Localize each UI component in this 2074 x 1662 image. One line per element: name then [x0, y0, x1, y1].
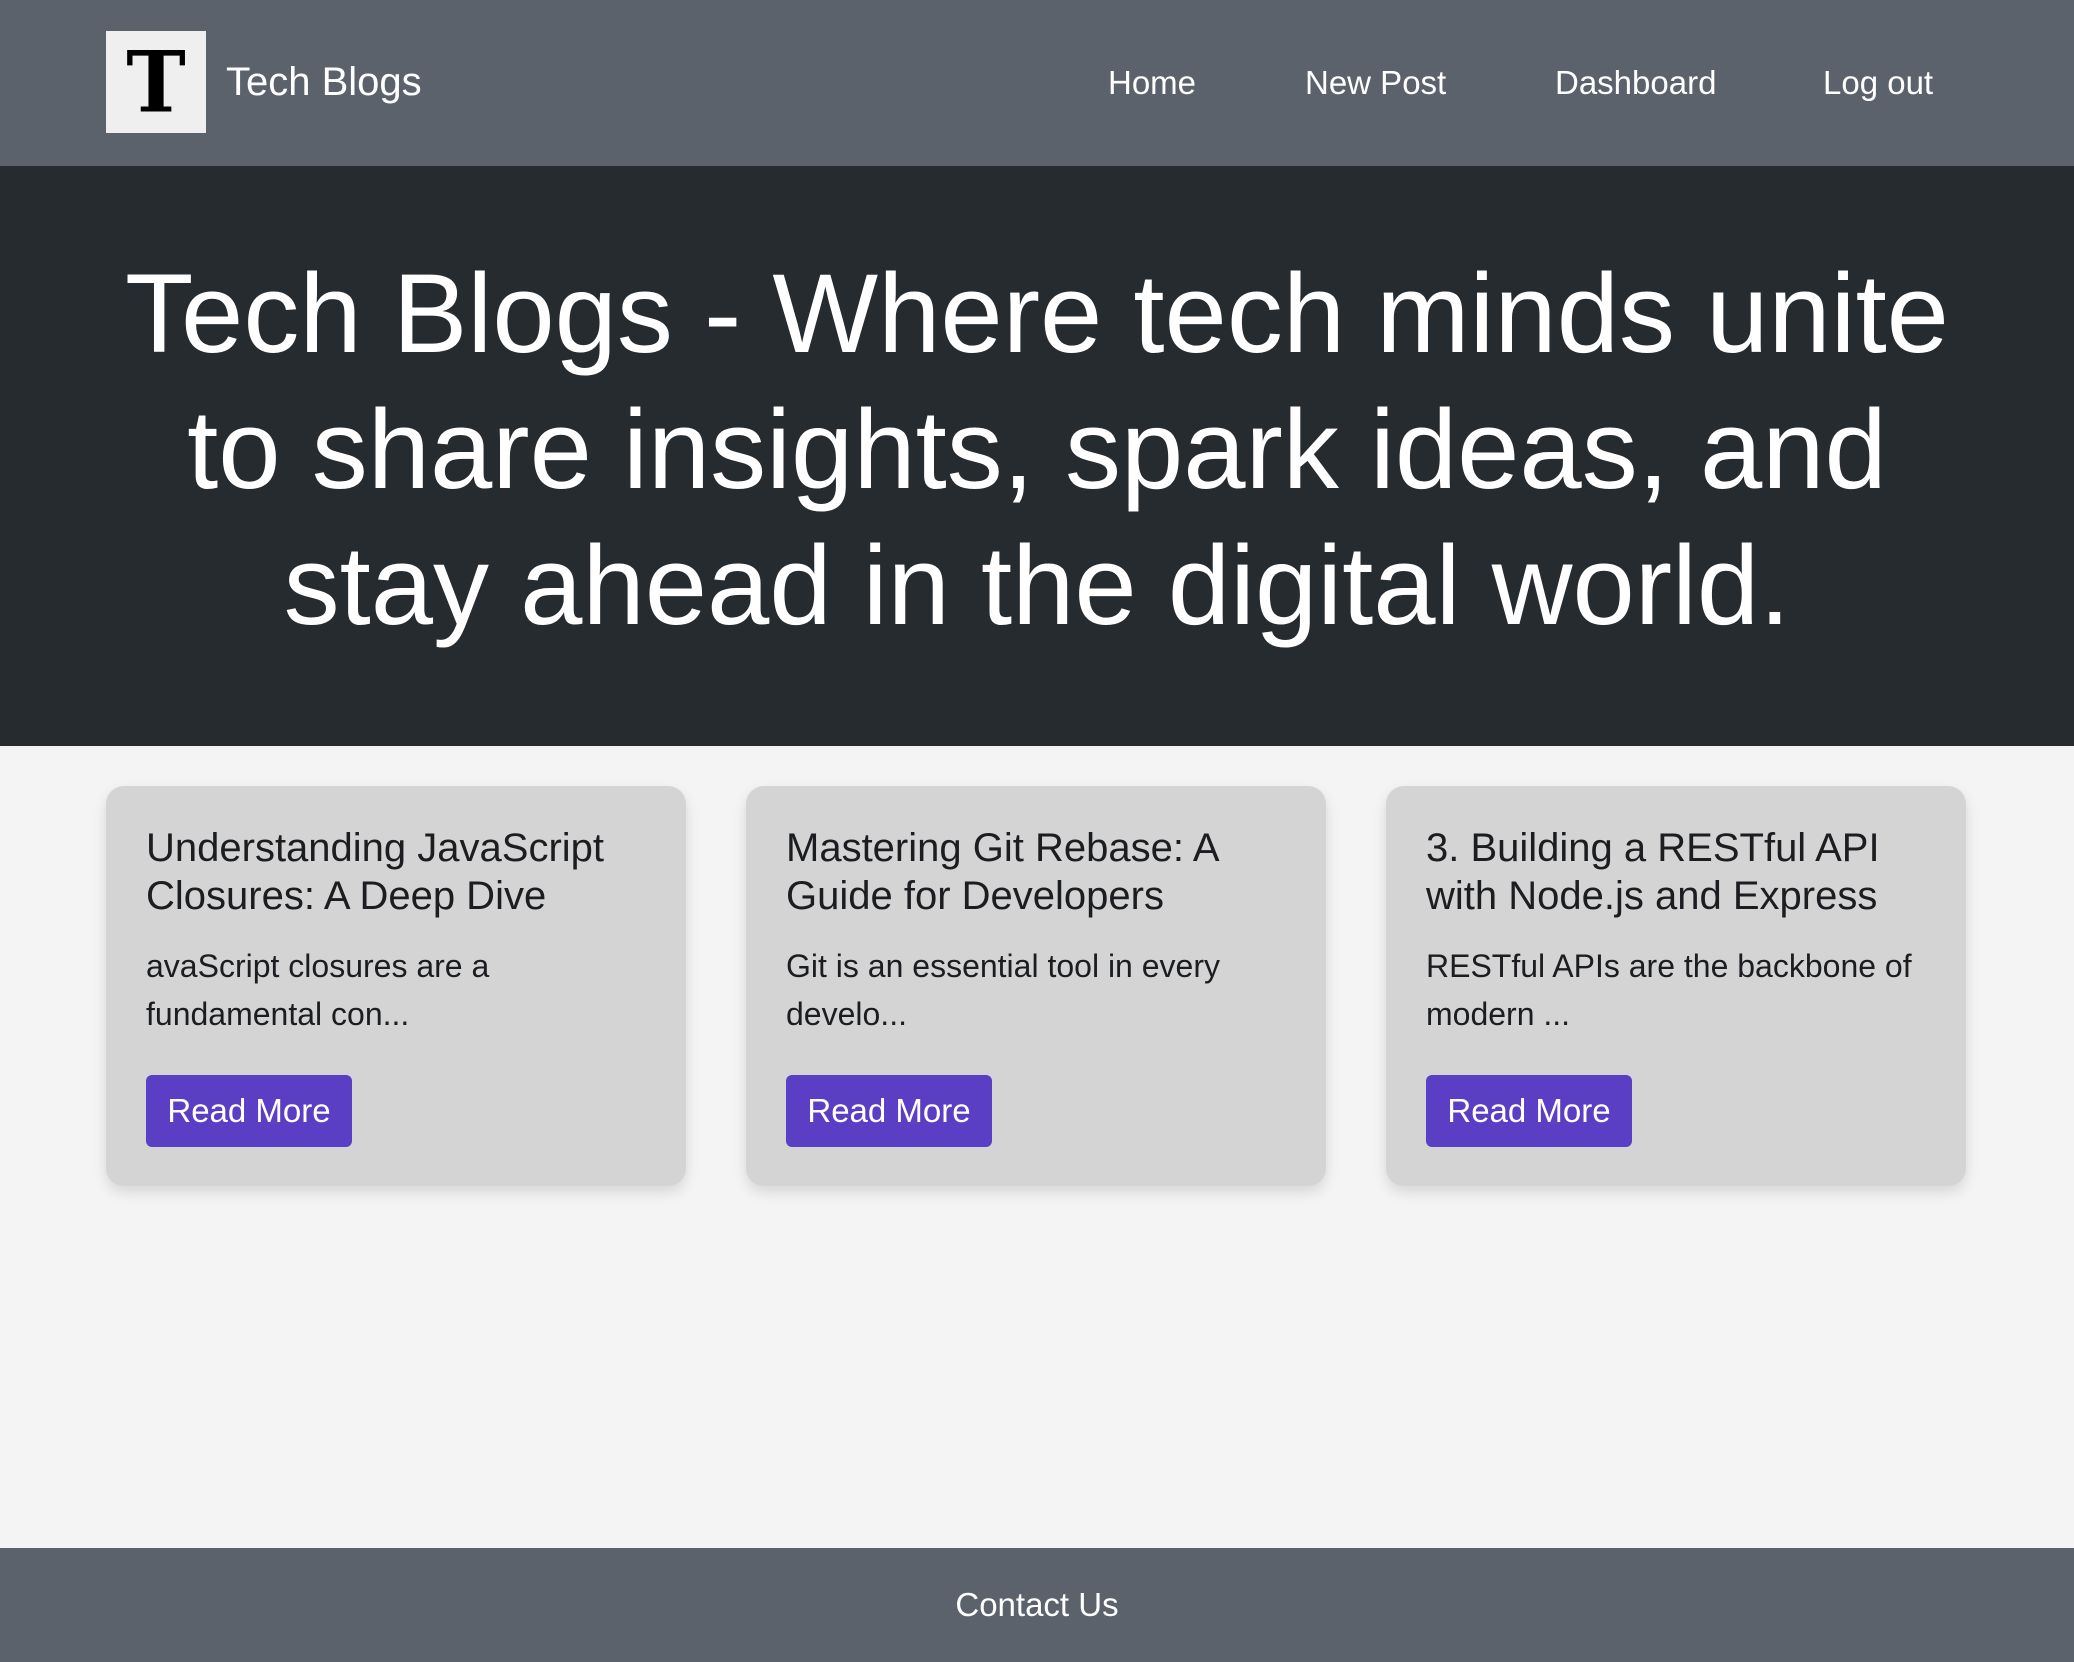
read-more-button[interactable]: Read More [146, 1075, 352, 1147]
hero-banner: Tech Blogs - Where tech minds unite to s… [0, 166, 2074, 746]
nav-logout-link[interactable]: Log out [1823, 60, 1933, 106]
post-excerpt: avaScript closures are a fundamental con… [146, 948, 490, 1032]
read-more-button[interactable]: Read More [1426, 1075, 1632, 1147]
contact-us-link[interactable]: Contact Us [955, 1582, 1118, 1628]
post-card: Understanding JavaScript Closures: A Dee… [106, 786, 686, 1186]
nav-new-post-link[interactable]: New Post [1305, 60, 1446, 106]
page: T Tech Blogs Home New Post Dashboard Log… [0, 0, 2074, 1662]
post-excerpt: RESTful APIs are the backbone of modern … [1426, 948, 1912, 1032]
post-title: Mastering Git Rebase: A Guide for Develo… [786, 826, 1218, 918]
post-card: 3. Building a RESTful API with Node.js a… [1386, 786, 1966, 1186]
post-title: 3. Building a RESTful API with Node.js a… [1426, 826, 1880, 918]
footer: Contact Us [0, 1548, 2074, 1662]
main-nav: Home New Post Dashboard Log out [0, 60, 2074, 106]
top-navbar: T Tech Blogs Home New Post Dashboard Log… [0, 0, 2074, 166]
nav-home-link[interactable]: Home [1108, 60, 1196, 106]
read-more-button[interactable]: Read More [786, 1075, 992, 1147]
post-title: Understanding JavaScript Closures: A Dee… [146, 826, 605, 918]
hero-title: Tech Blogs - Where tech minds unite to s… [125, 251, 1949, 648]
post-excerpt: Git is an essential tool in every develo… [786, 948, 1220, 1032]
post-card: Mastering Git Rebase: A Guide for Develo… [746, 786, 1326, 1186]
nav-dashboard-link[interactable]: Dashboard [1555, 60, 1716, 106]
